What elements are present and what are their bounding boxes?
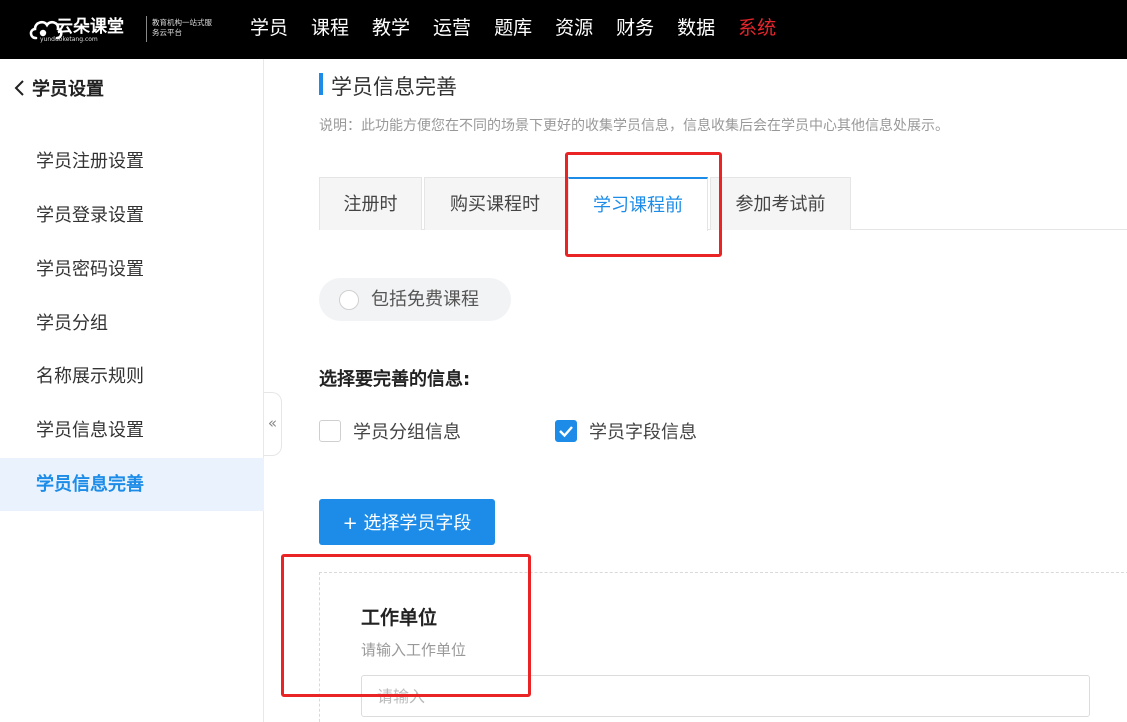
sidebar-item-password-settings[interactable]: 学员密码设置 (0, 243, 264, 296)
section-label: 选择要完善的信息: (319, 369, 471, 390)
brand-url: yunduoketang.com (40, 36, 98, 43)
page-description: 说明：此功能方便您在不同的场景下更好的收集学员信息，信息收集后会在学员中心其他信… (319, 118, 949, 134)
sidebar-item-name-display-rules[interactable]: 名称展示规则 (0, 350, 264, 403)
field-info-label: 学员字段信息 (589, 422, 697, 443)
sidebar: 学员设置 学员注册设置 学员登录设置 学员密码设置 学员分组 名称展示规则 学员… (0, 59, 264, 722)
nav-item-question-bank[interactable]: 题库 (494, 14, 532, 42)
tab-on-purchase[interactable]: 购买课程时 (424, 177, 566, 230)
nav-item-courses[interactable]: 课程 (311, 14, 349, 42)
brand-logo[interactable]: 云朵课堂 yunduoketang.com 教育机构一站式服务云平台 (28, 10, 212, 50)
page-title: 学员信息完善 (331, 75, 457, 99)
tab-on-register[interactable]: 注册时 (319, 177, 422, 230)
top-navbar: 云朵课堂 yunduoketang.com 教育机构一站式服务云平台 学员 课程… (0, 0, 1127, 59)
title-accent-bar (319, 73, 323, 95)
main-content: 学员信息完善 说明：此功能方便您在不同的场景下更好的收集学员信息，信息收集后会在… (264, 59, 1127, 722)
chevron-left-icon[interactable] (12, 78, 28, 98)
work-unit-input[interactable] (361, 675, 1090, 717)
nav-item-data[interactable]: 数据 (677, 14, 715, 42)
group-info-checkbox[interactable]: 学员分组信息 (319, 420, 461, 443)
sidebar-item-register-settings[interactable]: 学员注册设置 (0, 135, 264, 188)
nav-item-teaching[interactable]: 教学 (372, 14, 410, 42)
nav-item-finance[interactable]: 财务 (616, 14, 654, 42)
brand-slogan: 教育机构一站式服务云平台 (152, 18, 212, 37)
nav-item-operations[interactable]: 运营 (433, 14, 471, 42)
scene-tabs: 注册时 购买课程时 学习课程前 参加考试前 (319, 177, 1127, 231)
nav-item-resources[interactable]: 资源 (555, 14, 593, 42)
sidebar-item-login-settings[interactable]: 学员登录设置 (0, 189, 264, 242)
nav-item-students[interactable]: 学员 (250, 14, 288, 42)
group-info-label: 学员分组信息 (353, 422, 461, 443)
include-free-courses-label: 包括免费课程 (371, 289, 479, 310)
tab-before-study[interactable]: 学习课程前 (568, 177, 708, 231)
checkbox-unchecked-icon[interactable] (319, 420, 341, 442)
field-title: 工作单位 (361, 607, 438, 629)
radio-circle-icon[interactable] (339, 290, 359, 310)
sidebar-title: 学员设置 (32, 79, 104, 100)
field-hint: 请输入工作单位 (361, 641, 467, 659)
sidebar-item-info-settings[interactable]: 学员信息设置 (0, 404, 264, 457)
field-card: 工作单位 请输入工作单位 (319, 572, 1127, 722)
checkbox-checked-icon[interactable] (555, 420, 577, 442)
main-nav: 学员 课程 教学 运营 题库 资源 财务 数据 系统 (250, 14, 799, 42)
select-student-field-button[interactable]: + 选择学员字段 (319, 499, 495, 545)
sidebar-item-groups[interactable]: 学员分组 (0, 297, 264, 350)
nav-item-system[interactable]: 系统 (738, 14, 776, 42)
brand-divider (146, 16, 147, 42)
sidebar-item-info-completion[interactable]: 学员信息完善 (0, 458, 264, 511)
tab-before-exam[interactable]: 参加考试前 (710, 177, 851, 230)
brand-name: 云朵课堂 (56, 17, 124, 37)
field-info-checkbox[interactable]: 学员字段信息 (555, 420, 697, 443)
include-free-courses-radio[interactable]: 包括免费课程 (319, 278, 511, 321)
sidebar-header[interactable]: 学员设置 (12, 75, 104, 101)
